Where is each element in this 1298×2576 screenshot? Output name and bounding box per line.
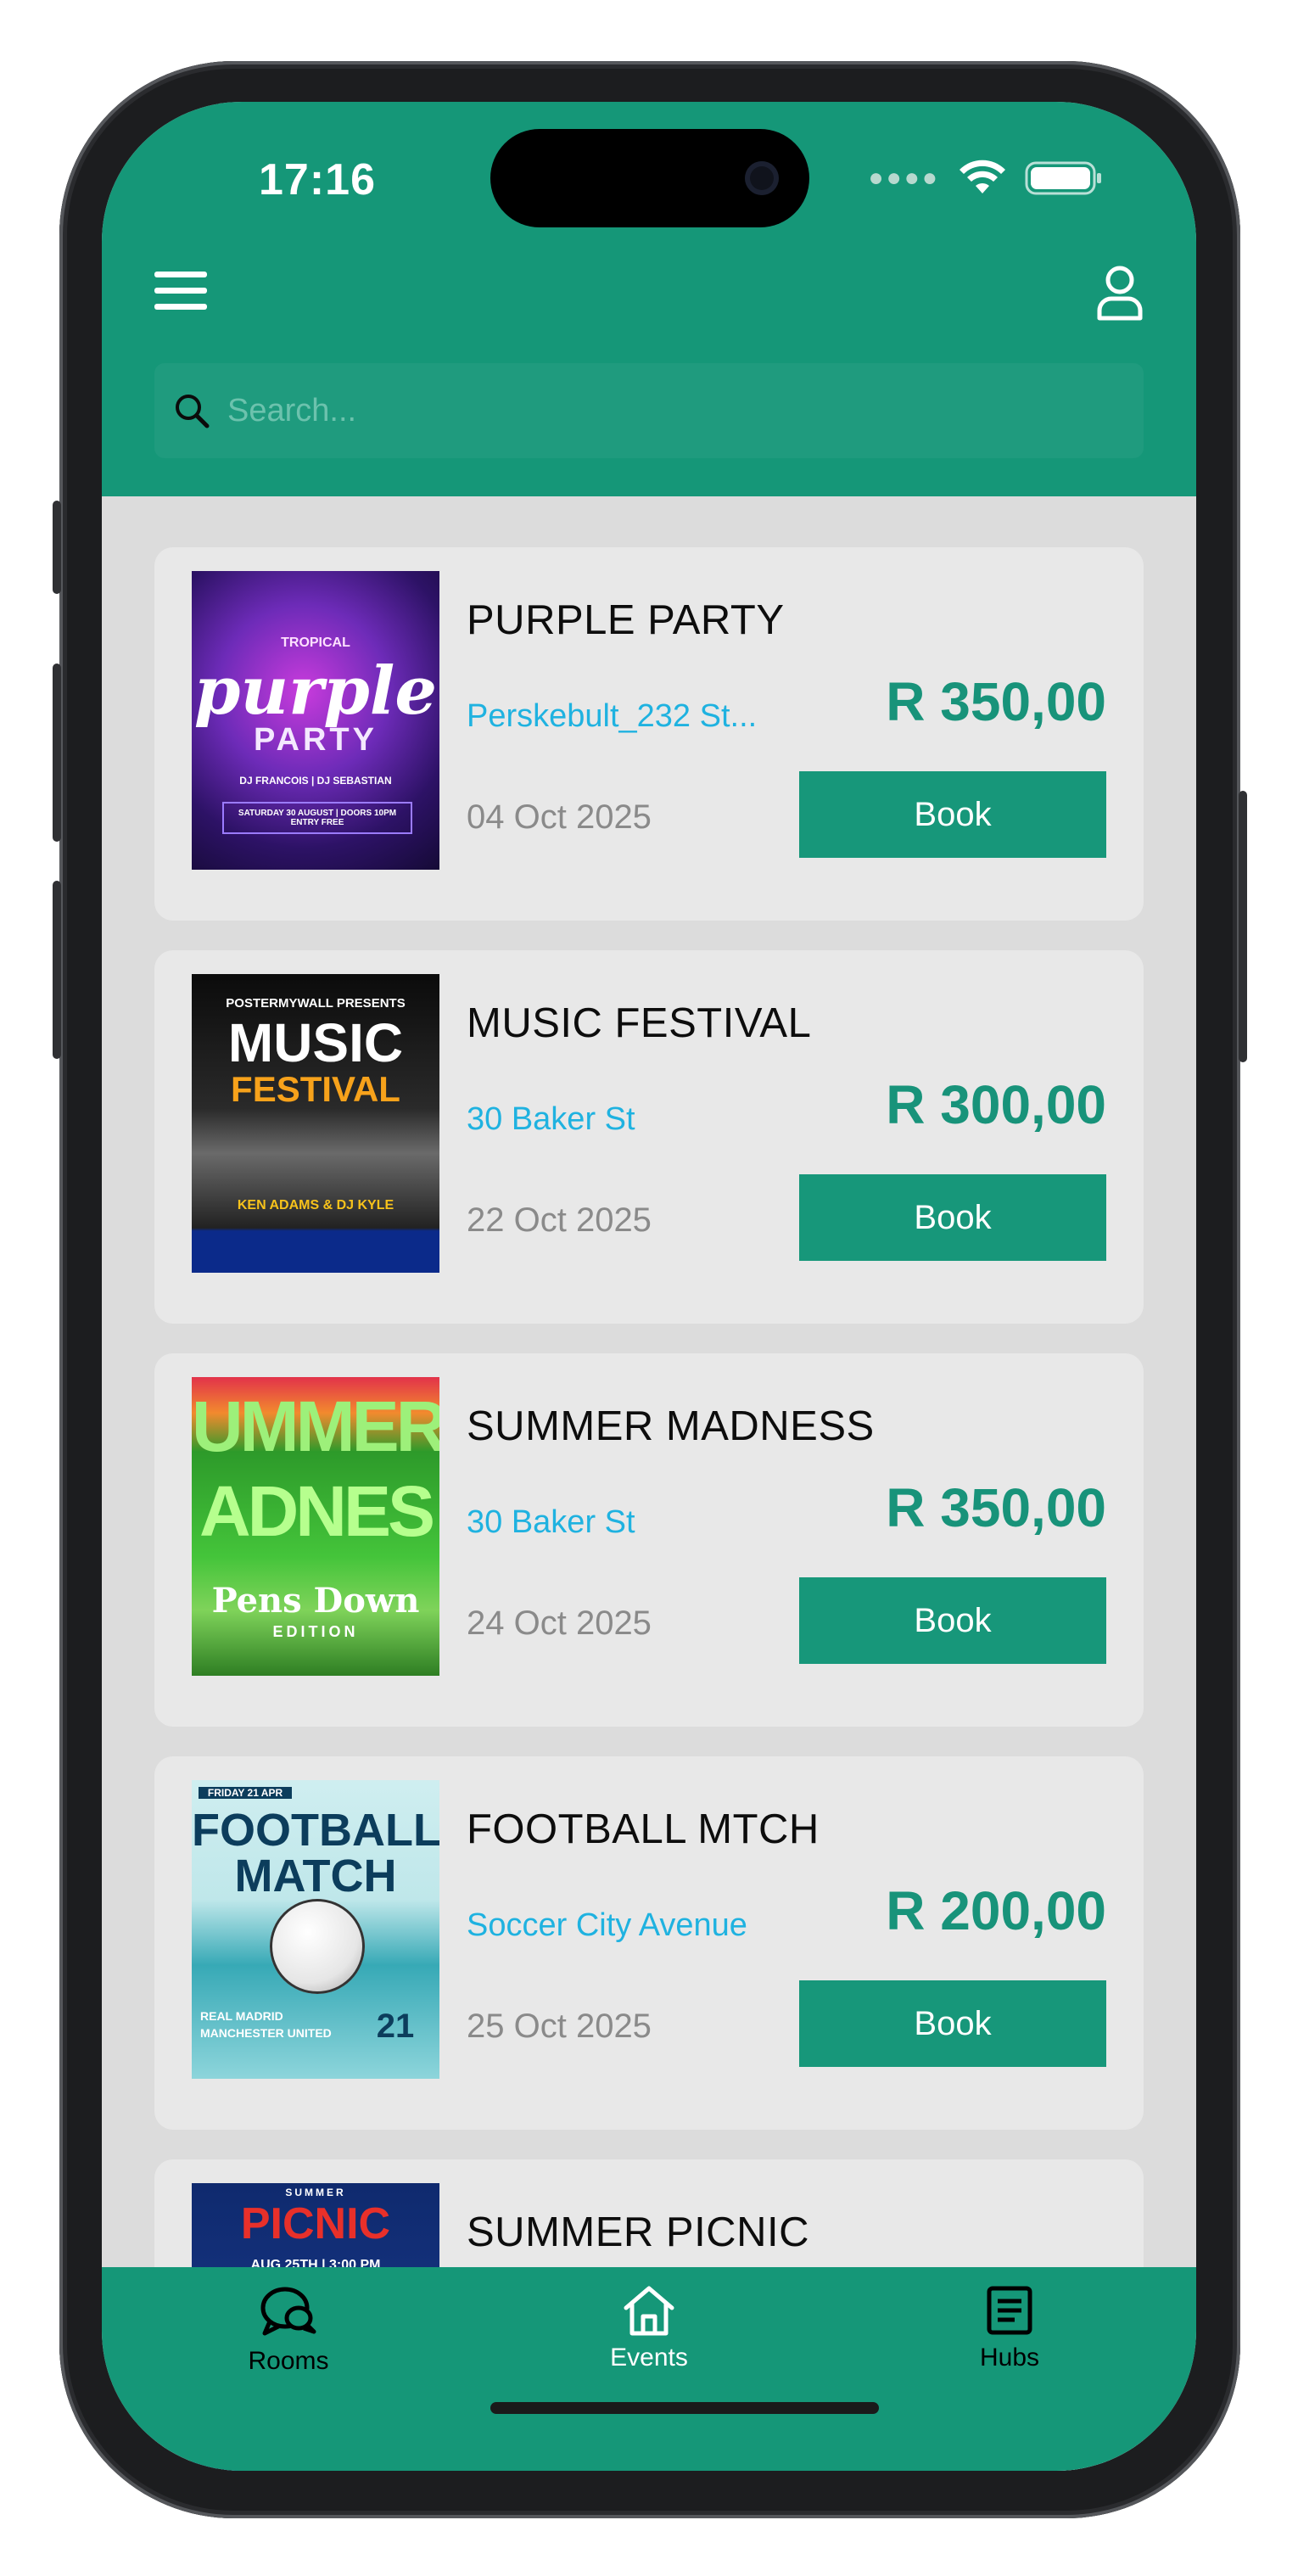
poster-text: MUSIC (227, 1012, 404, 1073)
event-title: SUMMER MADNESS (467, 1403, 875, 1449)
dynamic-island (490, 129, 809, 227)
poster-text: Pens Down (211, 1581, 420, 1621)
football-graphic (270, 1899, 365, 1994)
poster-text: UMMER (192, 1386, 439, 1466)
battery-icon (1025, 161, 1101, 195)
poster-text: PARTY (254, 722, 378, 758)
book-button[interactable]: Book (799, 1174, 1106, 1261)
poster-text: POSTERMYWALL PRESENTS (226, 996, 406, 1011)
poster-text: DJ FRANCOIS | DJ SEBASTIAN (239, 775, 392, 787)
event-date: 04 Oct 2025 (467, 798, 652, 836)
poster-text: ADNES (199, 1471, 435, 1551)
poster-text: REAL MADRID (200, 2009, 283, 2023)
tab-label: Rooms (248, 2347, 329, 2375)
event-venue[interactable]: 30 Baker St (467, 1504, 635, 1541)
poster-text: purple (193, 652, 438, 730)
poster-text: MANCHESTER UNITED (200, 2026, 332, 2040)
tab-label: Events (610, 2344, 688, 2372)
event-title: PURPLE PARTY (467, 597, 785, 643)
menu-icon[interactable] (154, 272, 207, 311)
signal-icon: ●●●● (868, 164, 940, 192)
event-title: SUMMER PICNIC (467, 2209, 809, 2255)
chat-bubbles-icon (260, 2287, 316, 2336)
volume-up-button (53, 664, 61, 842)
poster-text: SATURDAY 30 AUGUST | DOORS 10PM ENTRY FR… (222, 802, 412, 834)
event-venue[interactable]: Perskebult_232 St... (467, 698, 757, 735)
poster-text: FOOTBALL (192, 1805, 439, 1856)
tab-events[interactable]: Events (556, 2284, 742, 2372)
book-button[interactable]: Book (799, 771, 1106, 858)
event-price: R 200,00 (886, 1880, 1106, 1941)
poster-text: 21 (376, 2008, 415, 2045)
poster-text: MATCH (234, 1851, 397, 1901)
tab-rooms[interactable]: Rooms (195, 2284, 382, 2376)
event-price: R 350,00 (886, 671, 1106, 732)
poster-text: KEN ADAMS & DJ KYLE (237, 1198, 394, 1212)
event-poster: UMMER ADNES Pens Down EDITION (192, 1377, 439, 1676)
volume-down-button (53, 881, 61, 1059)
poster-text: PICNIC (240, 2199, 391, 2248)
app-screen: 17:16 ●●●● Search... TROPICAL purple PAR… (102, 102, 1196, 2471)
event-poster: FRIDAY 21 APR FOOTBALL MATCH REAL MADRID… (192, 1780, 439, 2079)
app-header: 17:16 ●●●● (102, 102, 1196, 496)
event-price: R 350,00 (886, 1477, 1106, 1538)
home-icon (624, 2286, 674, 2336)
bottom-tab-bar: Rooms Events Hubs (102, 2267, 1196, 2471)
event-card[interactable]: UMMER ADNES Pens Down EDITION SUMMER MAD… (154, 1353, 1144, 1727)
event-card[interactable]: TROPICAL purple PARTY DJ FRANCOIS | DJ S… (154, 547, 1144, 921)
mute-switch (53, 501, 61, 594)
event-title: MUSIC FESTIVAL (467, 1000, 812, 1046)
event-card[interactable]: FRIDAY 21 APR FOOTBALL MATCH REAL MADRID… (154, 1756, 1144, 2130)
event-price: R 300,00 (886, 1074, 1106, 1135)
event-title: FOOTBALL MTCH (467, 1806, 820, 1852)
tab-hubs[interactable]: Hubs (916, 2284, 1103, 2372)
tab-label: Hubs (979, 2344, 1040, 2372)
event-card[interactable]: POSTERMYWALL PRESENTS MUSIC FESTIVAL KEN… (154, 950, 1144, 1324)
poster-text: TROPICAL (281, 636, 350, 650)
book-button[interactable]: Book (799, 1980, 1106, 2067)
status-time: 17:16 (259, 155, 376, 204)
search-icon (176, 395, 210, 428)
home-indicator[interactable] (490, 2402, 879, 2414)
search-bar[interactable] (154, 363, 1144, 458)
event-date: 25 Oct 2025 (467, 2008, 652, 2045)
event-poster: POSTERMYWALL PRESENTS MUSIC FESTIVAL KEN… (192, 974, 439, 1273)
book-button[interactable]: Book (799, 1577, 1106, 1664)
poster-text: FRIDAY 21 APR (199, 1787, 292, 1799)
poster-text: FESTIVAL (231, 1069, 400, 1109)
event-date: 24 Oct 2025 (467, 1604, 652, 1642)
event-venue[interactable]: 30 Baker St (467, 1101, 635, 1138)
event-venue[interactable]: Soccer City Avenue (467, 1907, 747, 1944)
power-button (1239, 791, 1247, 1062)
event-date: 22 Oct 2025 (467, 1201, 652, 1239)
poster-text: EDITION (272, 1623, 359, 1640)
profile-icon[interactable] (1096, 265, 1144, 321)
wifi-icon (960, 160, 1005, 193)
camera-icon (745, 161, 779, 195)
event-poster: TROPICAL purple PARTY DJ FRANCOIS | DJ S… (192, 571, 439, 870)
search-input[interactable] (226, 391, 1120, 430)
document-list-icon (987, 2286, 1032, 2335)
poster-text: SUMMER (285, 2187, 346, 2198)
status-icons: ●●●● (869, 160, 1103, 197)
